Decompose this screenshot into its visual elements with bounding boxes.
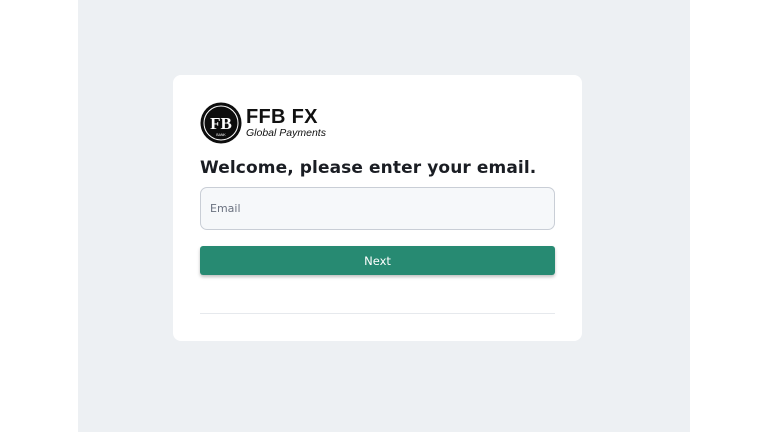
brand-logo: FB BANK FFB FX Global Payments (200, 102, 326, 144)
page: FB BANK FFB FX Global Payments Welcome, … (0, 0, 768, 432)
divider (200, 313, 555, 314)
brand-tagline: Global Payments (246, 127, 326, 140)
login-card: FB BANK FFB FX Global Payments Welcome, … (173, 75, 582, 341)
brand-wordmark: FFB FX Global Payments (246, 107, 326, 139)
brand-name: FFB FX (246, 106, 318, 129)
seal-caption: BANK (216, 133, 226, 137)
page-title: Welcome, please enter your email. (200, 158, 537, 178)
bank-seal-icon: FB BANK (200, 102, 242, 144)
email-field[interactable] (200, 187, 555, 230)
seal-letters: FB (210, 114, 232, 133)
next-button[interactable]: Next (200, 246, 555, 275)
